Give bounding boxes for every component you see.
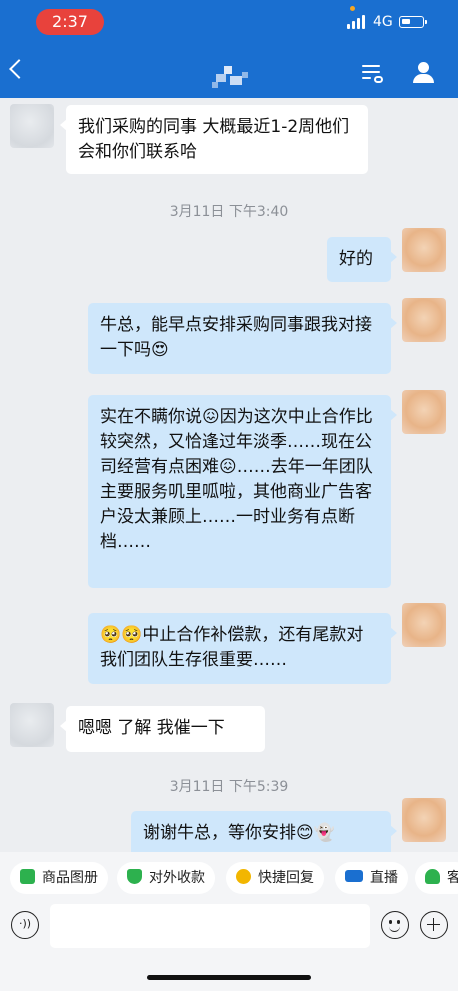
my-avatar[interactable] <box>402 798 446 842</box>
message-bubble-outgoing[interactable]: 🥺🥺中止合作补偿款，还有尾款对我们团队生存很重要…… <box>88 613 397 684</box>
customer-icon <box>425 868 440 884</box>
payment-shield-icon <box>127 868 142 884</box>
quick-action-bar: 商品图册 对外收款 快捷回复 直播 客 <box>0 852 458 902</box>
live-stream-button[interactable]: 直播 <box>335 862 408 894</box>
battery-icon <box>399 16 427 28</box>
catalog-icon <box>20 868 35 884</box>
status-bar: 2:37 4G <box>0 0 458 44</box>
my-avatar[interactable] <box>402 390 446 434</box>
quick-reply-button[interactable]: 快捷回复 <box>226 862 324 894</box>
message-timestamp: 3月11日 下午5:39 <box>169 779 289 795</box>
emoji-icon[interactable] <box>381 911 409 939</box>
status-time: 2:37 <box>36 9 104 35</box>
contact-avatar[interactable] <box>10 104 54 148</box>
contact-profile-icon[interactable] <box>412 62 436 84</box>
home-indicator[interactable] <box>147 975 311 980</box>
message-bubble-outgoing[interactable]: 牛总，能早点安排采购同事跟我对接一下吗😍 <box>88 303 397 374</box>
customer-button[interactable]: 客 <box>415 862 458 894</box>
chat-title-obscured <box>206 64 254 90</box>
chat-header <box>0 44 458 98</box>
message-bubble-outgoing[interactable]: 实在不瞒你说😖因为这次中止合作比较突然，又恰逢过年淡季……现在公司经营有点困难😖… <box>88 395 397 588</box>
voice-input-icon[interactable]: ·)) <box>11 911 39 939</box>
chat-settings-icon[interactable] <box>362 63 383 83</box>
chip-label: 商品图册 <box>42 870 98 886</box>
chip-label: 快捷回复 <box>258 870 314 886</box>
chip-label: 直播 <box>370 870 398 886</box>
chip-label: 对外收款 <box>149 870 205 886</box>
privacy-indicator-dot <box>350 6 355 11</box>
message-input[interactable] <box>50 904 370 948</box>
more-actions-icon[interactable] <box>420 911 448 939</box>
message-timestamp: 3月11日 下午3:40 <box>169 204 289 220</box>
my-avatar[interactable] <box>402 298 446 342</box>
message-list[interactable]: 我们采购的同事 大概最近1-2周他们会和你们联系哈 3月11日 下午3:40 好… <box>0 98 458 852</box>
live-icon <box>345 870 363 882</box>
chip-label: 客 <box>447 870 458 886</box>
contact-avatar[interactable] <box>10 703 54 747</box>
external-payment-button[interactable]: 对外收款 <box>117 862 215 894</box>
product-catalog-button[interactable]: 商品图册 <box>10 862 108 894</box>
signal-icon <box>347 15 369 29</box>
back-icon[interactable] <box>9 59 29 79</box>
message-bubble-outgoing[interactable]: 好的 <box>327 237 397 282</box>
message-bubble-incoming[interactable]: 嗯嗯 了解 我催一下 <box>60 706 265 752</box>
my-avatar[interactable] <box>402 603 446 647</box>
quick-reply-icon <box>236 868 251 884</box>
my-avatar[interactable] <box>402 228 446 272</box>
message-bubble-outgoing[interactable]: 谢谢牛总，等你安排😊👻 <box>131 811 397 852</box>
network-type: 4G <box>373 14 393 30</box>
message-bubble-incoming[interactable]: 我们采购的同事 大概最近1-2周他们会和你们联系哈 <box>60 105 368 174</box>
